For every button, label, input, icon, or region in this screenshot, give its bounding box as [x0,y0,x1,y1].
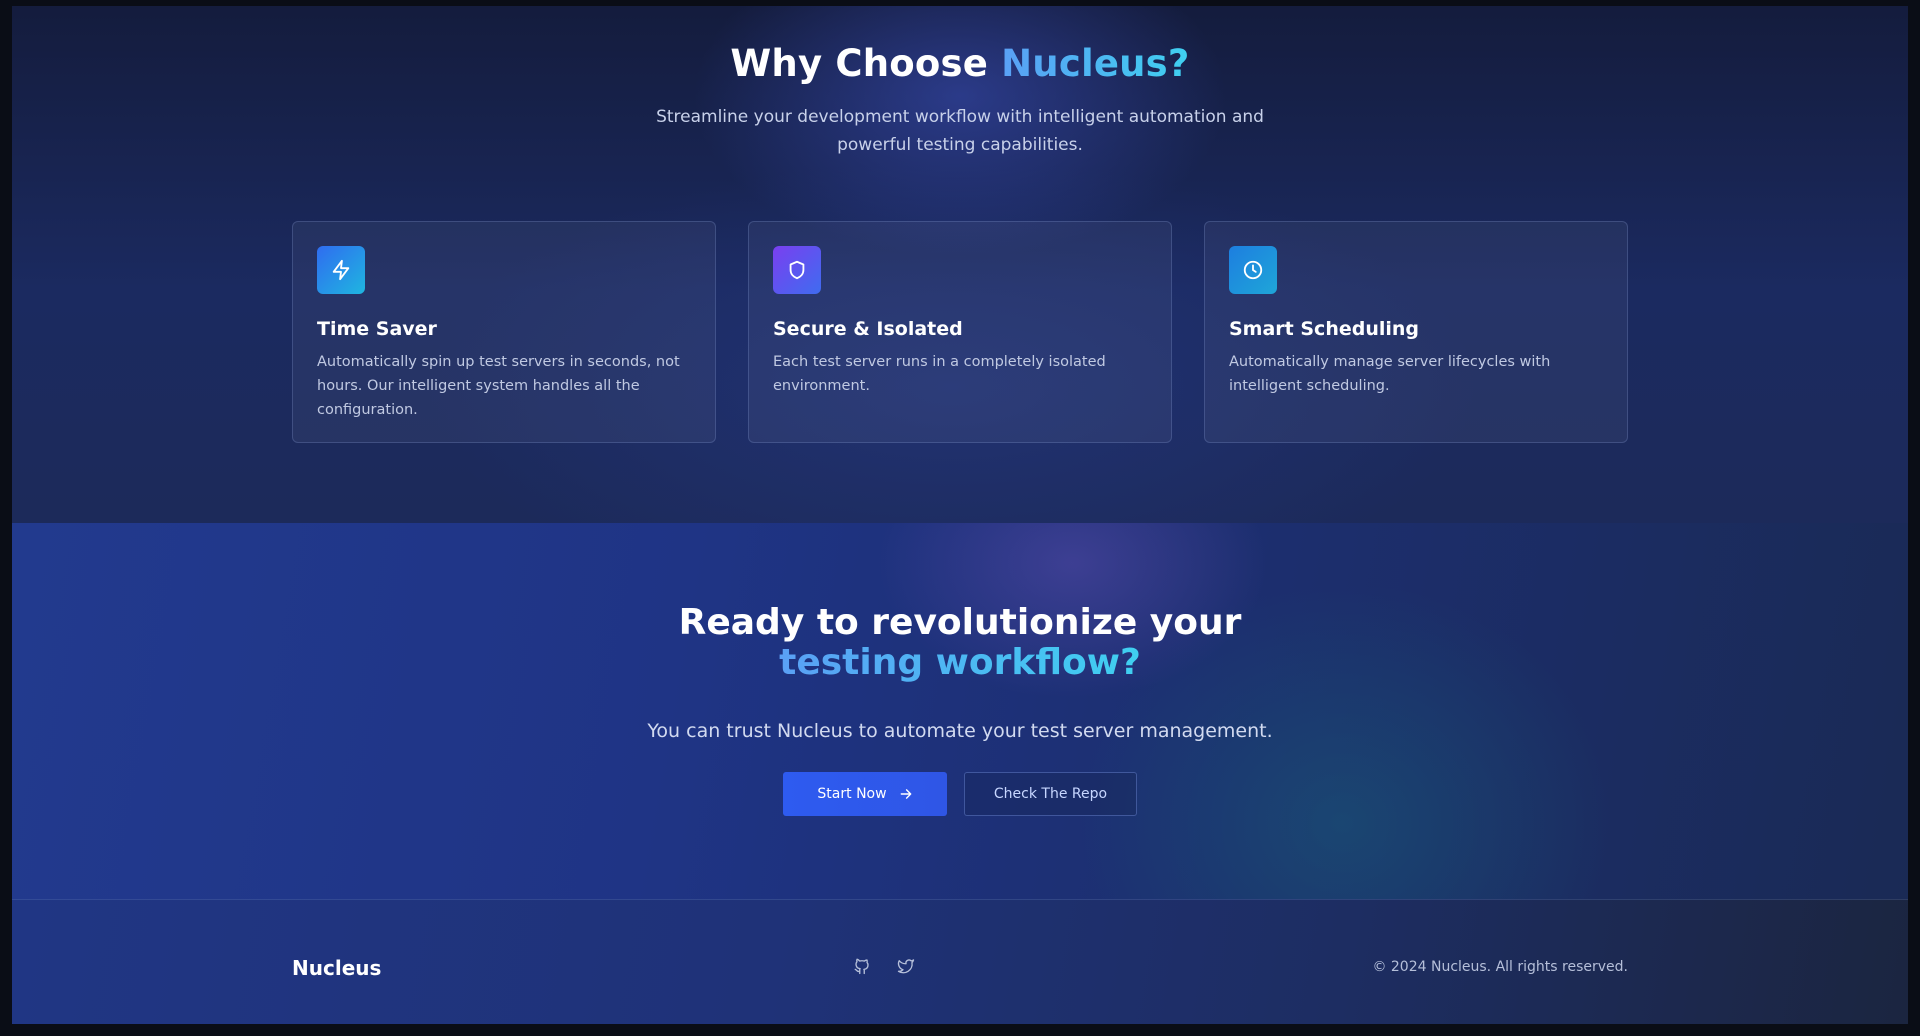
twitter-icon[interactable] [894,954,918,978]
features-title-accent: Nucleus? [1001,42,1190,85]
social-links [850,954,918,978]
feature-card-time-saver: Time Saver Automatically spin up test se… [292,221,716,443]
cta-section: Ready to revolutionize your testing work… [12,523,1908,899]
feature-card-description: Each test server runs in a completely is… [773,354,1106,394]
features-title-prefix: Why Choose [730,42,1002,85]
arrow-right-icon [900,789,911,799]
feature-card-title: Smart Scheduling [1229,318,1420,340]
feature-card-secure-isolated: Secure & Isolated Each test server runs … [748,221,1172,443]
check-repo-label: Check The Repo [993,786,1108,802]
start-now-label: Start Now [817,786,887,802]
clock-icon [1229,246,1277,294]
feature-card-title: Secure & Isolated [773,318,963,340]
cta-lead: You can trust Nucleus to automate your t… [647,720,1273,742]
cta-headline: Ready to revolutionize your testing work… [610,603,1310,683]
shield-icon [773,246,821,294]
feature-card-description: Automatically manage server lifecycles w… [1229,354,1551,394]
footer-brand: Nucleus [292,956,382,980]
copyright-text: © 2024 Nucleus. All rights reserved. [1372,959,1628,975]
start-now-button[interactable]: Start Now [783,772,947,816]
features-subtitle: Streamline your development workflow wit… [656,107,1264,155]
feature-card-smart-scheduling: Smart Scheduling Automatically manage se… [1204,221,1628,443]
features-section: Why Choose Nucleus? Streamline your deve… [12,6,1908,523]
feature-card-description: Automatically spin up test servers in se… [317,354,680,418]
cta-headline-prefix: Ready to revolutionize your [678,602,1242,643]
footer: Nucleus © 2024 Nucleus. All rights reser… [12,899,1908,1024]
cta-headline-accent: testing workflow? [779,642,1141,683]
github-icon[interactable] [850,954,874,978]
page-frame: Why Choose Nucleus? Streamline your deve… [12,6,1908,1024]
feature-card-title: Time Saver [317,318,437,340]
features-title: Why Choose Nucleus? [12,42,1908,85]
check-repo-button[interactable]: Check The Repo [964,772,1137,816]
lightning-icon [317,246,365,294]
